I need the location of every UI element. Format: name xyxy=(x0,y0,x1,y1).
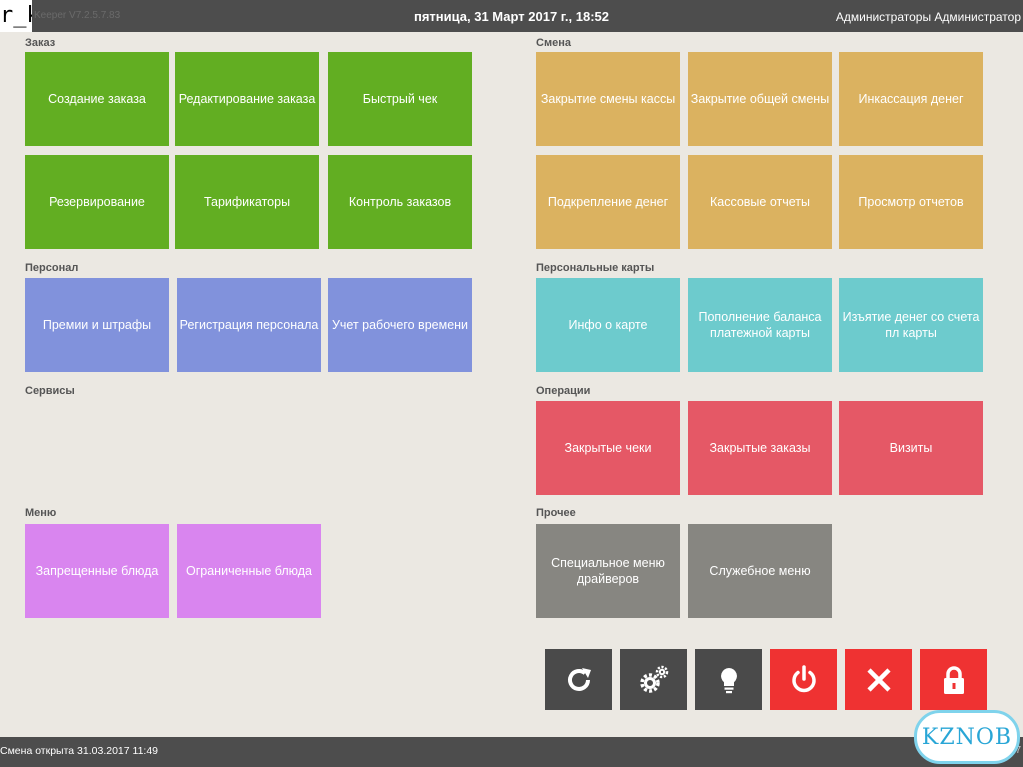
lock-icon xyxy=(943,665,964,694)
shift-status: Смена открыта 31.03.2017 11:49 xyxy=(0,745,159,757)
card-info-button[interactable]: Инфо о карте xyxy=(536,278,680,372)
close-button[interactable] xyxy=(845,649,912,710)
section-title-other: Прочее xyxy=(536,507,576,519)
cash-reports-button[interactable]: Кассовые отчеты xyxy=(688,155,832,249)
section-title-order: Заказ xyxy=(25,37,56,49)
staff-registration-button[interactable]: Регистрация персонала xyxy=(177,278,321,372)
create-order-button[interactable]: Создание заказа xyxy=(25,52,169,146)
visits-button[interactable]: Визиты xyxy=(839,401,983,495)
watermark-logo: KZNOB xyxy=(914,710,1020,764)
section-title-staff: Персонал xyxy=(25,262,79,274)
order-control-button[interactable]: Контроль заказов xyxy=(328,155,472,249)
refresh-icon xyxy=(567,667,591,691)
gears-icon xyxy=(639,665,668,693)
bonuses-penalties-button[interactable]: Премии и штрафы xyxy=(25,278,169,372)
forbidden-dishes-button[interactable]: Запрещенные блюда xyxy=(25,524,169,618)
lightbulb-icon xyxy=(720,667,737,693)
hint-button[interactable] xyxy=(695,649,762,710)
power-icon xyxy=(791,664,816,692)
edit-order-button[interactable]: Редактирование заказа xyxy=(175,52,319,146)
reservation-button[interactable]: Резервирование xyxy=(25,155,169,249)
section-title-operations: Операции xyxy=(536,385,591,397)
section-title-shift: Смена xyxy=(536,37,571,49)
section-title-menu: Меню xyxy=(25,507,57,519)
close-icon xyxy=(866,667,891,692)
close-cashier-shift-button[interactable]: Закрытие смены кассы xyxy=(536,52,680,146)
driver-special-menu-button[interactable]: Специальное меню драйверов xyxy=(536,524,680,618)
closed-orders-button[interactable]: Закрытые заказы xyxy=(688,401,832,495)
current-user[interactable]: Администраторы Администратор xyxy=(836,10,1021,24)
section-title-services: Сервисы xyxy=(25,385,75,397)
power-button[interactable] xyxy=(770,649,837,710)
lock-button[interactable] xyxy=(920,649,987,710)
cash-reinforcement-button[interactable]: Подкрепление денег xyxy=(536,155,680,249)
closed-checks-button[interactable]: Закрытые чеки xyxy=(536,401,680,495)
refresh-button[interactable] xyxy=(545,649,612,710)
limited-dishes-button[interactable]: Ограниченные блюда xyxy=(177,524,321,618)
withdraw-card-button[interactable]: Изъятие денег со счета пл карты xyxy=(839,278,983,372)
cash-collection-button[interactable]: Инкассация денег xyxy=(839,52,983,146)
view-reports-button[interactable]: Просмотр отчетов xyxy=(839,155,983,249)
work-time-tracking-button[interactable]: Учет рабочего времени xyxy=(328,278,472,372)
status-bar: Смена открыта 31.03.2017 11:49 7 xyxy=(0,737,1023,767)
close-general-shift-button[interactable]: Закрытие общей смены xyxy=(688,52,832,146)
top-bar: r_k Keeper V7.2.5.7.83 пятница, 31 Март … xyxy=(0,0,1023,32)
tariffs-button[interactable]: Тарификаторы xyxy=(175,155,319,249)
section-title-cards: Персональные карты xyxy=(536,262,655,274)
service-menu-button[interactable]: Служебное меню xyxy=(688,524,832,618)
quick-check-button[interactable]: Быстрый чек xyxy=(328,52,472,146)
top-up-card-button[interactable]: Пополнение баланса платежной карты xyxy=(688,278,832,372)
settings-button[interactable] xyxy=(620,649,687,710)
